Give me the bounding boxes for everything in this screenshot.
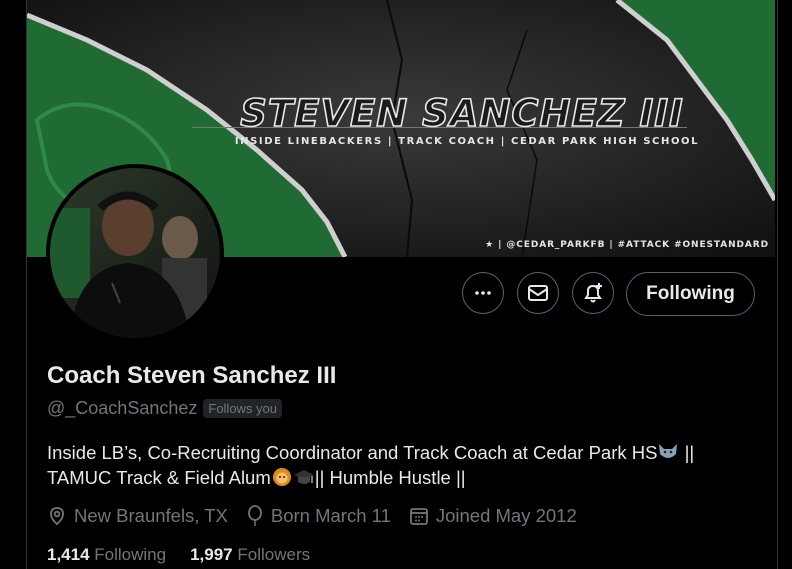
calendar-icon xyxy=(409,508,428,525)
texas-icon: ★ xyxy=(485,240,499,250)
graduation-cap-emoji-icon xyxy=(293,470,314,484)
banner-title: STEVEN SANCHEZ III xyxy=(239,91,684,136)
avatar-photo xyxy=(50,168,220,338)
banner-handle-line: ★ | @CEDAR_PARKFB | #ATTACK #ONESTANDARD xyxy=(485,240,769,250)
lion-emoji-icon xyxy=(272,468,291,486)
follows-you-badge: Follows you xyxy=(203,399,283,418)
joined-date: Joined May 2012 xyxy=(409,505,577,527)
bio-text-2: || xyxy=(679,442,695,463)
mail-icon xyxy=(528,285,548,301)
bio: Inside LB’s, Co-Recruiting Coordinator a… xyxy=(47,440,747,490)
more-button[interactable] xyxy=(462,272,504,314)
bio-text-1: Inside LB’s, Co-Recruiting Coordinator a… xyxy=(47,442,658,463)
follow-stats: 1,414 Following 1,997 Followers xyxy=(47,545,334,565)
more-icon xyxy=(475,291,491,295)
balloon-icon xyxy=(247,505,262,526)
following-button[interactable]: Following xyxy=(626,272,755,316)
location-pin-icon xyxy=(50,507,64,526)
birthday: Born March 11 xyxy=(246,505,391,527)
handle-row: @_CoachSanchez Follows you xyxy=(47,398,283,419)
wolf-emoji-icon xyxy=(659,444,678,458)
bio-text-3: TAMUC Track & Field Alum xyxy=(47,467,271,488)
avatar[interactable] xyxy=(46,164,224,342)
bell-plus-icon xyxy=(584,283,602,303)
display-name: Coach Steven Sanchez III xyxy=(47,362,337,389)
banner-subtitle: INSIDE LINEBACKERS | TRACK COACH | CEDAR… xyxy=(234,136,700,147)
notify-button[interactable] xyxy=(572,272,614,314)
location: New Braunfels, TX xyxy=(47,505,228,527)
followers-count-link[interactable]: 1,997 Followers xyxy=(190,545,310,565)
profile-meta: New Braunfels, TX Born March 11 Joined M… xyxy=(47,505,595,527)
bio-text-4: || Humble Hustle || xyxy=(314,467,466,488)
message-button[interactable] xyxy=(517,272,559,314)
user-handle: @_CoachSanchez xyxy=(47,398,198,418)
following-count-link[interactable]: 1,414 Following xyxy=(47,545,166,565)
